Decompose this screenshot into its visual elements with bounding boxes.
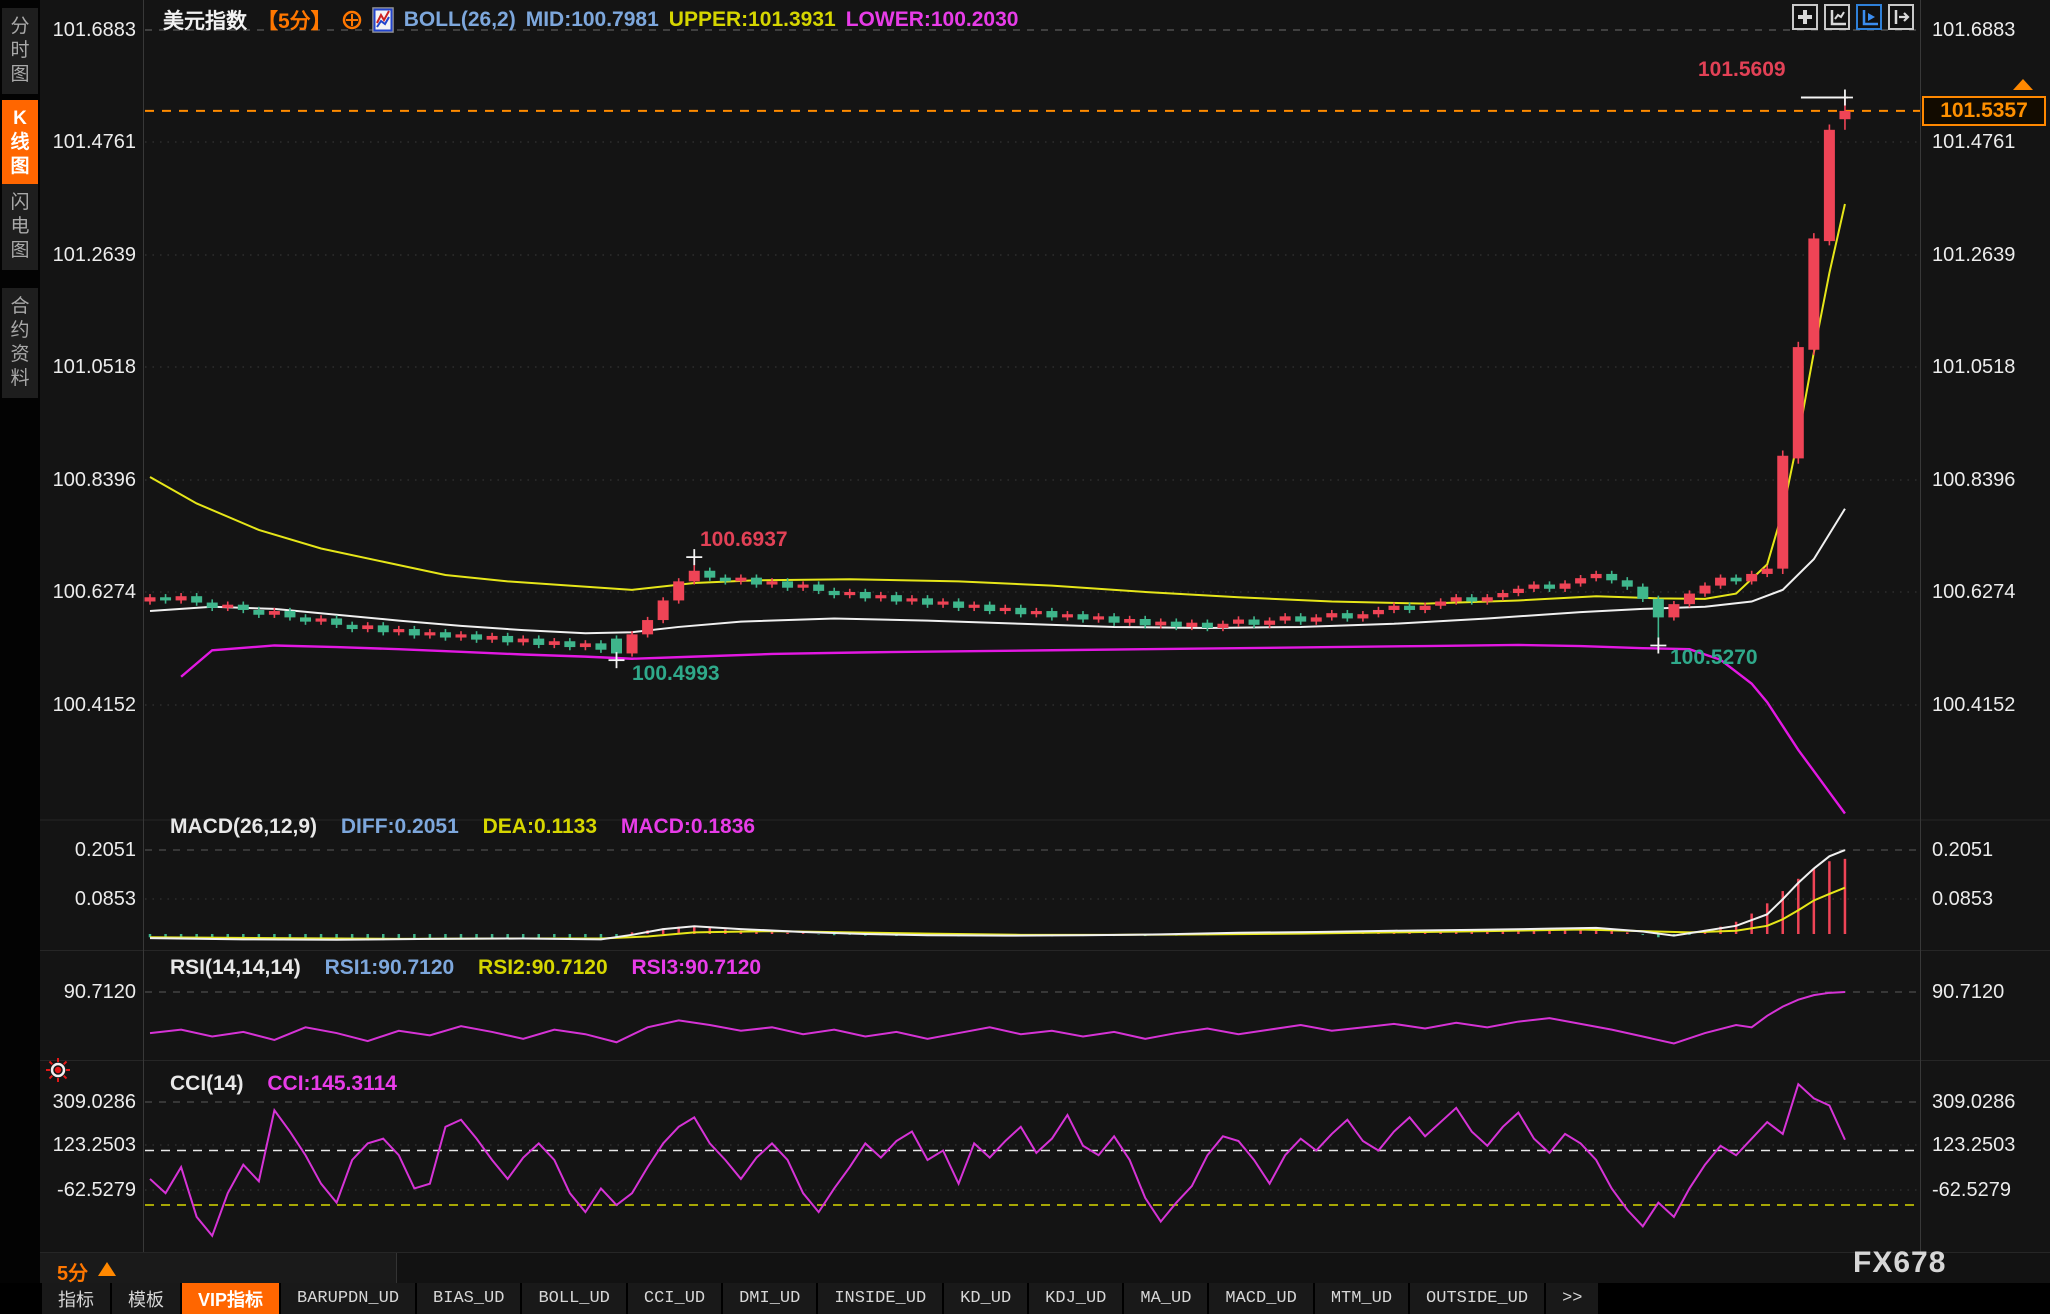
- boll-lower-value: LOWER:100.2030: [846, 8, 1019, 32]
- tab-MA_UD[interactable]: MA_UD: [1124, 1283, 1207, 1314]
- tab-overflow-chevron[interactable]: >>: [1546, 1283, 1598, 1314]
- pan-right-icon[interactable]: [1888, 4, 1914, 30]
- target-icon[interactable]: [342, 10, 362, 30]
- macd-macd-value: MACD:0.1836: [621, 815, 755, 838]
- rsi-axis-label-left: 90.7120: [36, 980, 136, 1004]
- rsi2-value: RSI2:90.7120: [478, 956, 608, 979]
- main-axis-label-left: 100.4152: [36, 693, 136, 717]
- sidebar-item-2[interactable]: K线图: [2, 100, 38, 186]
- axis-play-icon[interactable]: [1856, 4, 1882, 30]
- cci-value: CCI:145.3114: [267, 1072, 397, 1095]
- tab-指标[interactable]: 指标: [42, 1283, 110, 1314]
- indicator-icon[interactable]: [372, 7, 394, 33]
- sidebar-item-3[interactable]: 闪电图: [2, 184, 38, 270]
- main-axis-label-left: 100.6274: [36, 580, 136, 604]
- live-indicator-icon: [44, 1056, 72, 1084]
- boll-mid-value: MID:100.7981: [526, 8, 659, 32]
- macd-axis-label-left: 0.0853: [36, 887, 136, 911]
- main-axis-label-right: 100.8396: [1932, 468, 2048, 492]
- tab-KD_UD[interactable]: KD_UD: [944, 1283, 1027, 1314]
- macd-axis-label-left: 0.2051: [36, 838, 136, 862]
- main-axis-label-left: 101.2639: [36, 243, 136, 267]
- swing-low-label: 100.4993: [632, 662, 720, 686]
- cci-axis-label-left: -62.5279: [36, 1178, 136, 1202]
- main-axis-label-right: 100.6274: [1932, 580, 2048, 604]
- main-axis-label-left: 101.4761: [36, 130, 136, 154]
- symbol-title: 美元指数: [163, 5, 247, 35]
- tab-OUTSIDE_UD[interactable]: OUTSIDE_UD: [1410, 1283, 1544, 1314]
- pullback-low-label: 100.5270: [1670, 646, 1758, 670]
- rsi3-value: RSI3:90.7120: [631, 956, 761, 979]
- session-high-label: 101.5609: [1698, 58, 1786, 82]
- tab-CCI_UD[interactable]: CCI_UD: [628, 1283, 721, 1314]
- main-axis-label-right: 100.4152: [1932, 693, 2048, 717]
- swing-high-label: 100.6937: [700, 528, 788, 552]
- main-axis-label-right: 101.4761: [1932, 130, 2048, 154]
- cci-axis-label-right: 309.0286: [1932, 1090, 2048, 1114]
- tab-VIP指标[interactable]: VIP指标: [182, 1283, 279, 1314]
- rsi1-value: RSI1:90.7120: [325, 956, 455, 979]
- tab-BOLL_UD[interactable]: BOLL_UD: [522, 1283, 625, 1314]
- rsi-title: RSI(14,14,14): [170, 956, 301, 979]
- chart-toolbar: [1792, 4, 1914, 30]
- boll-upper-value: UPPER:101.3931: [669, 8, 836, 32]
- boll-name-label: BOLL(26,2): [404, 8, 516, 32]
- up-triangle-icon: [98, 1262, 116, 1276]
- macd-diff-value: DIFF:0.2051: [341, 815, 459, 838]
- macd-axis-label-right: 0.2051: [1932, 838, 2048, 862]
- cci-axis-label-right: -62.5279: [1932, 1178, 2048, 1202]
- cci-axis-label-left: 309.0286: [36, 1090, 136, 1114]
- tab-DMI_UD[interactable]: DMI_UD: [723, 1283, 816, 1314]
- price-up-arrow-icon: [2013, 79, 2033, 90]
- tab-MACD_UD[interactable]: MACD_UD: [1209, 1283, 1312, 1314]
- cci-title: CCI(14): [170, 1072, 244, 1095]
- macd-panel-header: MACD(26,12,9) DIFF:0.2051 DEA:0.1133 MAC…: [170, 815, 773, 839]
- main-axis-label-left: 101.0518: [36, 355, 136, 379]
- brand-watermark: FX678: [1853, 1246, 1946, 1280]
- move-icon[interactable]: [1792, 4, 1818, 30]
- main-axis-label-left: 100.8396: [36, 468, 136, 492]
- macd-title: MACD(26,12,9): [170, 815, 317, 838]
- chart-type-sidebar: 分时图 K线图闪电图合约资料: [0, 0, 40, 1283]
- tab-模板[interactable]: 模板: [112, 1283, 180, 1314]
- timeframe-label: 5分: [57, 1257, 88, 1286]
- cci-panel-header: CCI(14) CCI:145.3114: [170, 1072, 415, 1096]
- tab-BIAS_UD[interactable]: BIAS_UD: [417, 1283, 520, 1314]
- tab-BARUPDN_UD[interactable]: BARUPDN_UD: [281, 1283, 415, 1314]
- sidebar-item-1[interactable]: 分时图: [2, 8, 38, 94]
- main-axis-label-right: 101.2639: [1932, 243, 2048, 267]
- indicator-tab-bar: 指标模板VIP指标BARUPDN_UDBIAS_UDBOLL_UDCCI_UDD…: [0, 1283, 2050, 1314]
- timeline-row: 5分: [40, 1252, 2050, 1284]
- macd-axis-label-right: 0.0853: [1932, 887, 2048, 911]
- current-price-box: 101.5357: [1922, 96, 2046, 126]
- sidebar-item-4[interactable]: 合约资料: [2, 288, 38, 398]
- main-axis-label-right: 101.6883: [1932, 18, 2048, 42]
- rsi-axis-label-right: 90.7120: [1932, 980, 2048, 1004]
- main-axis-label-right: 101.0518: [1932, 355, 2048, 379]
- macd-dea-value: DEA:0.1133: [483, 815, 597, 838]
- tab-MTM_UD[interactable]: MTM_UD: [1315, 1283, 1408, 1314]
- period-label[interactable]: 【5分】: [257, 5, 332, 35]
- tab-KDJ_UD[interactable]: KDJ_UD: [1029, 1283, 1122, 1314]
- chart-header: 美元指数 【5分】 BOLL(26,2) MID:100.7981 UPPER:…: [163, 5, 1018, 35]
- main-axis-label-left: 101.6883: [36, 18, 136, 42]
- cci-axis-label-left: 123.2503: [36, 1133, 136, 1157]
- axis-scale-icon[interactable]: [1824, 4, 1850, 30]
- tab-INSIDE_UD[interactable]: INSIDE_UD: [818, 1283, 942, 1314]
- rsi-panel-header: RSI(14,14,14) RSI1:90.7120 RSI2:90.7120 …: [170, 956, 779, 980]
- timeline-block: 5分: [40, 1253, 397, 1284]
- cci-axis-label-right: 123.2503: [1932, 1133, 2048, 1157]
